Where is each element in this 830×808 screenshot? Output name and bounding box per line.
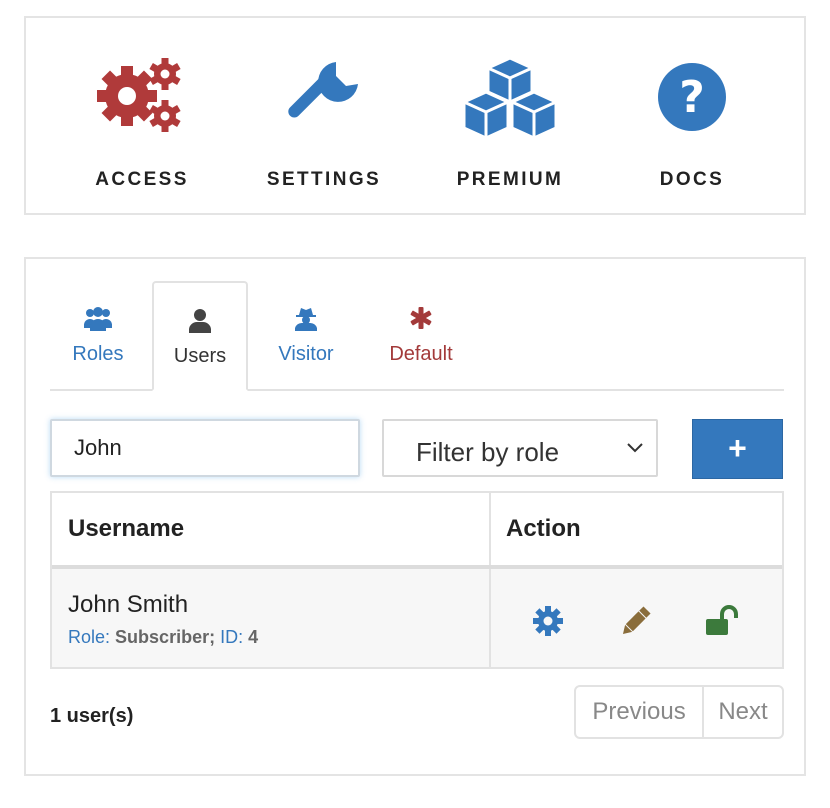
gears-icon: [97, 56, 187, 141]
user-meta: Role: Subscriber; ID: 4: [68, 627, 258, 648]
user-icon: [189, 309, 211, 339]
tab-bar: Roles Users Visitor Default: [50, 281, 784, 391]
id-value: 4: [248, 627, 259, 647]
role-value: Subscriber;: [115, 627, 216, 647]
users-table: Username Action John Smith Role: Subscri…: [50, 491, 784, 669]
add-button-label: +: [728, 429, 747, 466]
role-filter-value: Filter by role: [416, 437, 560, 467]
search-input[interactable]: [50, 419, 360, 477]
users-icon: [84, 307, 112, 337]
tab-default-label: Default: [389, 343, 453, 365]
table-row: John Smith Role: Subscriber; ID: 4: [52, 569, 782, 667]
question-circle-icon: ?: [657, 62, 727, 137]
id-key: ID:: [220, 627, 244, 647]
previous-button[interactable]: Previous: [576, 687, 702, 737]
next-button[interactable]: Next: [704, 687, 782, 737]
unlock-icon[interactable]: [704, 605, 742, 642]
wrench-icon: [284, 56, 364, 141]
add-user-button[interactable]: +: [692, 419, 783, 479]
tab-visitor[interactable]: Visitor: [256, 281, 356, 389]
users-panel: Roles Users Visitor Default John Filter …: [24, 257, 806, 776]
user-count: 1 user(s): [50, 705, 134, 727]
chevron-down-icon: [626, 441, 644, 459]
access-label: ACCESS: [95, 169, 189, 190]
tab-roles[interactable]: Roles: [50, 281, 146, 389]
tab-users[interactable]: Users: [152, 281, 248, 391]
cubes-icon: [462, 56, 558, 145]
premium-label: PREMIUM: [456, 169, 564, 190]
settings-label: SETTINGS: [266, 169, 382, 190]
column-username: Username: [68, 515, 185, 542]
tab-visitor-label: Visitor: [278, 343, 334, 365]
edit-pencil-icon[interactable]: [618, 605, 652, 644]
docs-label: DOCS: [659, 169, 725, 190]
tab-users-label: Users: [173, 345, 227, 367]
manage-access-gear-icon[interactable]: [532, 605, 564, 642]
tab-default[interactable]: Default: [366, 281, 476, 389]
svg-text:?: ?: [679, 72, 705, 123]
role-filter-select[interactable]: Filter by role: [382, 419, 658, 477]
toolbar-panel: ACCESS SETTINGS PREMIUM ? DOCS: [24, 16, 806, 215]
tab-roles-label: Roles: [72, 343, 124, 365]
username: John Smith: [68, 591, 189, 618]
asterisk-icon: [410, 307, 432, 335]
table-header: Username Action: [52, 493, 782, 569]
role-key: Role:: [68, 627, 111, 647]
column-action: Action: [506, 515, 581, 542]
pagination: Previous Next: [574, 685, 784, 739]
user-secret-icon: [295, 307, 317, 337]
